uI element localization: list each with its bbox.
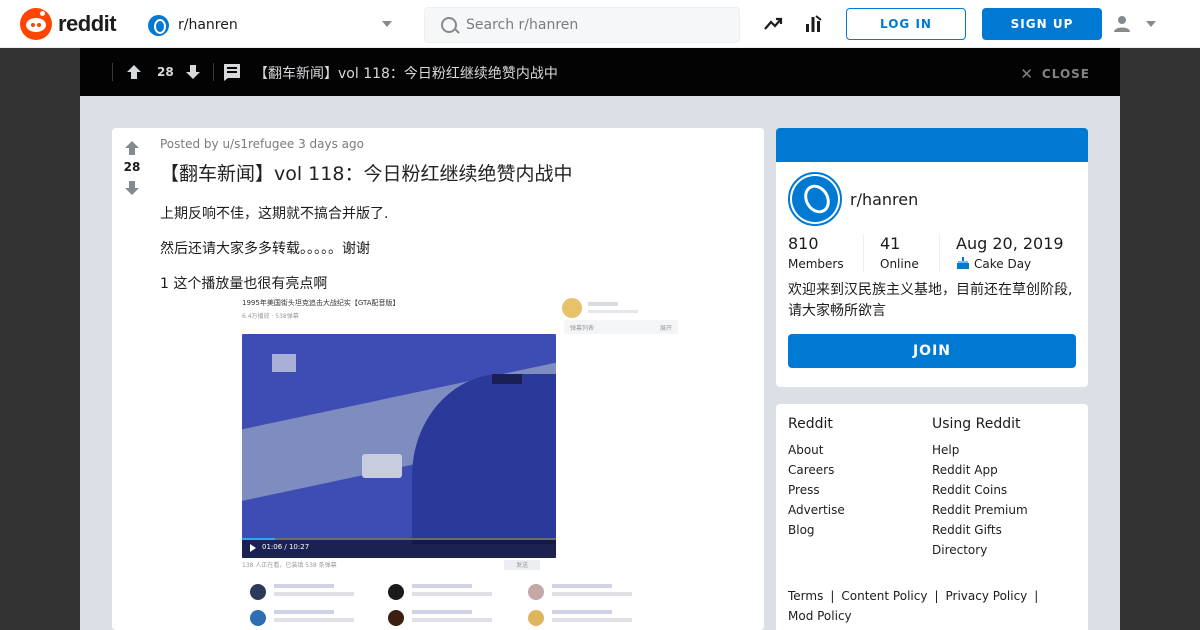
footer-link-directory[interactable]: Directory: [932, 540, 1028, 560]
views-line: 138 人正在看，已装填 538 条弹幕: [242, 562, 337, 569]
search-bar[interactable]: [424, 7, 740, 43]
community-description: 欢迎来到汉民族主义基地，目前还在草创阶段,请大家畅所欲言: [788, 282, 1073, 319]
upvote-icon[interactable]: [124, 140, 140, 156]
post-card: 28 Posted by u/s1refugee 3 days ago 【翻车新…: [112, 128, 764, 630]
top-header: reddit r/hanren LOG IN SIGN UP: [0, 0, 1200, 48]
community-dropdown[interactable]: r/hanren: [148, 12, 396, 38]
video-meta: 6.4万播放 · 538弹幕: [242, 313, 299, 320]
footer-col-reddit: Reddit About Careers Press Advertise Blo…: [788, 416, 845, 540]
online-count: 41: [880, 234, 901, 253]
downvote-icon[interactable]: [124, 180, 140, 196]
cake-day-stat: Aug 20, 2019 Cake Day: [956, 234, 1064, 271]
members-label: Members: [788, 257, 844, 271]
footer-link-advertise[interactable]: Advertise: [788, 500, 845, 520]
video-controls: 01:06 / 10:27: [242, 538, 556, 558]
sign-up-button[interactable]: SIGN UP: [982, 8, 1102, 40]
send-label: 发送: [504, 560, 540, 570]
community-icon: [148, 14, 169, 36]
community-title[interactable]: r/hanren: [850, 190, 918, 209]
post-body-line: 1 这个播放量也很有亮点啊: [160, 276, 328, 292]
footer-link-privacy-policy[interactable]: Privacy Policy: [946, 589, 1028, 603]
close-icon: ✕: [1020, 65, 1034, 83]
cake-day-label: Cake Day: [974, 257, 1032, 271]
footer-links-card: Reddit About Careers Press Advertise Blo…: [776, 404, 1088, 630]
downvote-icon[interactable]: [185, 64, 201, 80]
close-label: CLOSE: [1041, 67, 1090, 81]
footer-link-help[interactable]: Help: [932, 440, 1028, 460]
user-icon: [1114, 16, 1130, 32]
comment-item: [242, 604, 382, 630]
footer-link-mod-policy[interactable]: Mod Policy: [788, 609, 852, 623]
footer-policy-links: Terms | Content Policy | Privacy Policy | Mod …: [788, 589, 1039, 623]
footer-link-content-policy[interactable]: Content Policy: [841, 589, 927, 603]
stats-icon[interactable]: [803, 14, 823, 34]
play-icon: [250, 544, 256, 552]
search-icon: [441, 17, 457, 33]
comment-item: [380, 604, 520, 630]
community-avatar-icon: [788, 172, 842, 226]
danmu-more: 展开: [659, 325, 672, 332]
online-label: Online: [880, 257, 919, 271]
community-name: r/hanren: [178, 17, 238, 33]
reddit-logo[interactable]: reddit: [20, 8, 117, 40]
user-menu-dropdown[interactable]: [1112, 12, 1162, 36]
footer-link-terms[interactable]: Terms: [788, 589, 823, 603]
search-input[interactable]: [466, 17, 726, 33]
video-status-row: 138 人正在看，已装填 538 条弹幕 发送: [242, 560, 682, 574]
online-stat: 41 Online: [880, 234, 919, 271]
members-stat: 810 Members: [788, 234, 844, 271]
footer-link-reddit-premium[interactable]: Reddit Premium: [932, 500, 1028, 520]
join-button[interactable]: JOIN: [788, 334, 1076, 368]
footer-link-reddit-coins[interactable]: Reddit Coins: [932, 480, 1028, 500]
footer-link-careers[interactable]: Careers: [788, 460, 845, 480]
avatar: [562, 298, 582, 318]
post-top-bar: 28 【翻车新闻】vol 118：今日粉红继续绝赞内战中 ✕ CLOSE: [80, 48, 1120, 96]
video-title: 1995年美国街头坦克追击大战纪实【GTA配音版】: [242, 299, 400, 307]
post-icon: [224, 64, 240, 81]
post-score: 28: [123, 160, 141, 174]
video-frame: 01:06 / 10:27: [242, 334, 556, 558]
footer-link-reddit-app[interactable]: Reddit App: [932, 460, 1028, 480]
footer-col-title: Reddit: [788, 416, 833, 432]
members-count: 810: [788, 234, 819, 253]
log-in-button[interactable]: LOG IN: [846, 8, 966, 40]
close-button[interactable]: ✕ CLOSE: [1020, 65, 1090, 83]
upvote-icon[interactable]: [126, 64, 142, 80]
danmu-list-header: 弹幕列表 展开: [564, 320, 678, 334]
community-banner: [776, 128, 1088, 162]
community-info-card: r/hanren 810 Members 41 Online Aug 20, 2…: [776, 128, 1088, 387]
cake-day-row: Cake Day: [956, 257, 1064, 271]
post-title: 【翻车新闻】vol 118：今日粉红继续绝赞内战中: [160, 163, 573, 185]
post-image[interactable]: 1995年美国街头坦克追击大战纪实【GTA配音版】 6.4万播放 · 538弹幕…: [240, 296, 682, 630]
video-time: 01:06 / 10:27: [262, 543, 310, 551]
trending-icon[interactable]: [763, 14, 783, 34]
danmu-label: 弹幕列表: [570, 325, 595, 332]
cake-day-date: Aug 20, 2019: [956, 234, 1064, 253]
post-body-line: 上期反响不佳，这期就不搞合并版了.: [160, 206, 389, 222]
topbar-post-title: 【翻车新闻】vol 118：今日粉红继续绝赞内战中: [254, 66, 558, 82]
post-meta: Posted by u/s1refugee 3 days ago: [160, 137, 364, 151]
footer-link-reddit-gifts[interactable]: Reddit Gifts: [932, 520, 1028, 540]
chevron-down-icon: [382, 21, 392, 27]
video-header: 1995年美国街头坦克追击大战纪实【GTA配音版】 6.4万播放 · 538弹幕: [242, 298, 556, 332]
footer-col-using-reddit: Using Reddit Help Reddit App Reddit Coin…: [932, 416, 1028, 560]
chevron-down-icon: [1146, 21, 1156, 27]
footer-link-blog[interactable]: Blog: [788, 520, 845, 540]
post-body-line: 然后还请大家多多转载。。。。。谢谢: [160, 241, 370, 257]
logo-wordmark: reddit: [58, 11, 117, 36]
footer-col-title: Using Reddit: [932, 416, 1021, 432]
comment-item: [520, 604, 660, 630]
cake-icon: [957, 257, 969, 269]
footer-link-about[interactable]: About: [788, 440, 845, 460]
topbar-score: 28: [157, 65, 174, 79]
reddit-snoo-icon: [20, 8, 52, 40]
tank-shape: [362, 454, 402, 478]
video-progress: [242, 538, 275, 540]
footer-link-press[interactable]: Press: [788, 480, 845, 500]
